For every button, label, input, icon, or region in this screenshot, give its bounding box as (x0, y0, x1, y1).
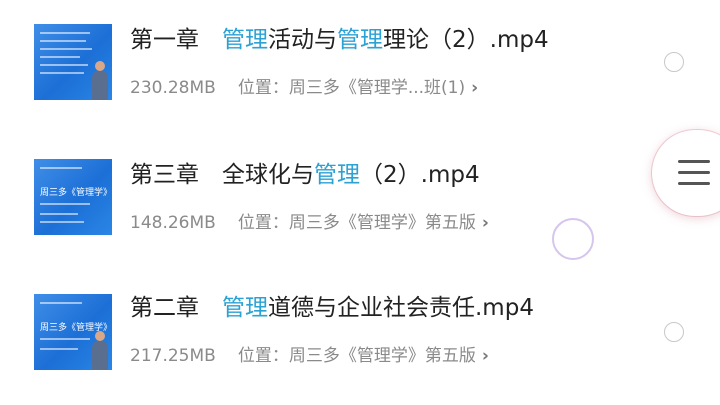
video-thumbnail (34, 24, 112, 100)
hamburger-menu-icon (678, 160, 710, 163)
file-size: 148.26MB (130, 213, 216, 233)
file-row[interactable]: 周三多《管理学》 第二章 管理道德与企业社会责任.mp4 217.25MB 位置：… (0, 270, 720, 390)
file-title[interactable]: 第一章 管理活动与管理理论（2）.mp4 (130, 20, 549, 54)
file-meta: 217.25MB 位置：周三多《管理学》第五版 › (130, 341, 489, 366)
select-radio[interactable] (664, 322, 684, 342)
file-location-link[interactable]: 位置：周三多《管理学...班(1) (238, 78, 465, 98)
file-size: 217.25MB (130, 346, 216, 366)
file-title[interactable]: 第三章 全球化与管理（2）.mp4 (130, 155, 480, 189)
touch-indicator (552, 218, 594, 260)
hamburger-menu-icon-bar (678, 171, 710, 174)
presenter-figure (92, 61, 108, 100)
file-row[interactable]: 第一章 管理活动与管理理论（2）.mp4 230.28MB 位置：周三多《管理学.… (0, 0, 720, 120)
file-meta: 230.28MB 位置：周三多《管理学...班(1) › (130, 73, 478, 98)
file-row[interactable]: 周三多《管理学》 第三章 全球化与管理（2）.mp4 148.26MB 位置：周三… (0, 135, 720, 255)
hamburger-menu-icon-bar (678, 182, 710, 185)
select-radio[interactable] (664, 52, 684, 72)
thumbnail-caption: 周三多《管理学》 (40, 188, 112, 198)
chevron-right-icon[interactable]: › (471, 78, 478, 98)
chevron-right-icon[interactable]: › (482, 213, 489, 233)
file-title[interactable]: 第二章 管理道德与企业社会责任.mp4 (130, 288, 534, 322)
file-meta: 148.26MB 位置：周三多《管理学》第五版 › (130, 208, 489, 233)
file-location-link[interactable]: 位置：周三多《管理学》第五版 (238, 213, 476, 233)
presenter-figure (92, 331, 108, 370)
video-thumbnail: 周三多《管理学》 (34, 294, 112, 370)
file-size: 230.28MB (130, 78, 216, 98)
video-thumbnail: 周三多《管理学》 (34, 159, 112, 235)
chevron-right-icon[interactable]: › (482, 346, 489, 366)
file-location-link[interactable]: 位置：周三多《管理学》第五版 (238, 346, 476, 366)
